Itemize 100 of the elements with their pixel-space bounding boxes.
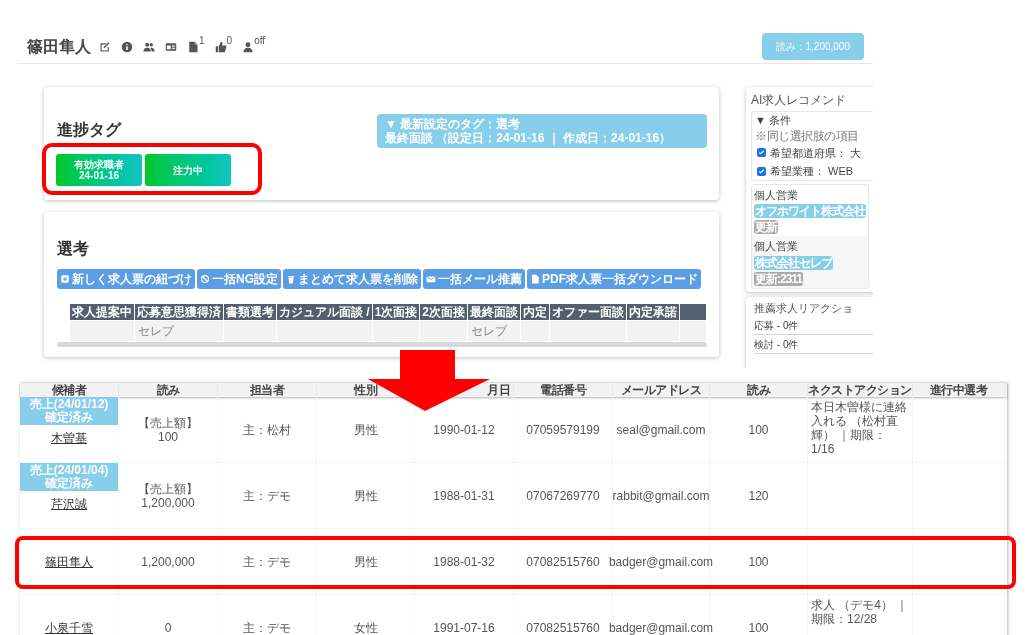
table-cell: [420, 321, 468, 341]
table-cell: 100: [748, 620, 769, 635]
candidate-link[interactable]: 篠田隼人: [45, 554, 93, 569]
table-cell: 男性: [353, 422, 378, 437]
update-tag: 更新:2311: [754, 271, 804, 286]
check-icon: [758, 167, 765, 175]
table-cell: 主：デモ: [243, 620, 291, 635]
table-cell: 求人 （デモ4） ｜期限：12/28: [811, 598, 909, 626]
check-icon: [758, 149, 765, 157]
status-badge: 売上(24/01/04) 確定済み: [20, 463, 118, 491]
users-icon: [143, 40, 155, 53]
table-cell: 女性: [353, 620, 378, 635]
latest-tag-info: ▼ 最新設定のタグ：選考 最終面談 （設定日：24-01-16 ｜ 作成日：24-01-16）: [377, 114, 707, 148]
table-cell: 100: [748, 422, 769, 437]
column-header: 候補者: [51, 384, 87, 396]
ban-icon: [200, 274, 210, 284]
table-cell: 120: [748, 488, 769, 503]
count-label: 1: [199, 35, 205, 46]
mail-icon: [426, 274, 436, 284]
column-header: 書類選考: [224, 304, 276, 320]
count-label: off: [254, 35, 266, 46]
job-title[interactable]: 個人営業: [754, 238, 866, 255]
table-cell: [521, 321, 550, 341]
table-cell: 主：松村: [243, 422, 291, 437]
table-cell: 主：デモ: [243, 488, 291, 503]
person-icon: [242, 40, 255, 53]
table-cell-text: 本日木曽様に連絡入れる （松村直輝） ｜期限：1/16: [811, 400, 908, 456]
table-cell: 1,200,000: [141, 554, 195, 569]
table-cell: 【売上額】 1,200,000: [138, 481, 198, 510]
column-header: 月日: [487, 384, 510, 396]
table-cell: セレブ: [135, 321, 223, 341]
table-cell: 0: [164, 620, 172, 635]
table-cell: [224, 321, 276, 341]
table-cell: 男性: [353, 554, 378, 569]
table-cell: 【売上額】 100: [138, 415, 198, 444]
table-cell: [372, 321, 420, 341]
table-cell: 07082515760: [526, 620, 600, 635]
table-cell: 1988-01-31: [433, 488, 495, 503]
edit-icon: [99, 40, 111, 53]
column-header: 読み: [747, 384, 770, 396]
company-tag: 株式会社セレブ: [754, 255, 833, 270]
reading-badge: 読み：1,200,000: [761, 33, 864, 60]
table-cell: badger@gmail.com: [608, 554, 714, 569]
table-cell: badger@gmail.com: [608, 620, 714, 635]
condition-label: 希望業種： WEB: [770, 164, 854, 179]
checkbox[interactable]: [757, 148, 766, 158]
document-icon: [530, 274, 540, 284]
count-label: 0: [226, 35, 233, 46]
id-card-icon: [165, 40, 177, 53]
column-header: 担当者: [249, 384, 285, 396]
table-cell: 1991-07-16: [433, 620, 495, 635]
table-cell: [70, 321, 134, 341]
reaction-count: 検討 - 0件: [754, 337, 873, 354]
column-header: カジュアル面談 /: [277, 304, 372, 320]
checkbox[interactable]: [757, 166, 766, 176]
card-title: 推薦求人リアクショ: [754, 300, 854, 316]
card-title: AI求人レコメンド: [751, 92, 848, 109]
job-title[interactable]: 個人営業: [754, 186, 866, 203]
table-cell: seal@gmail.com: [616, 422, 706, 437]
condition-label: 希望都道府県： 大: [770, 145, 862, 161]
column-header: 性別: [354, 384, 377, 396]
plus-icon: [60, 274, 70, 284]
table-cell: 1988-01-32: [433, 554, 495, 569]
column-header: メールアドレス: [620, 384, 702, 396]
table-cell: 07082515760: [526, 554, 600, 569]
candidate-link[interactable]: 小泉千雪: [45, 620, 93, 635]
column-header: 最終面談: [468, 304, 521, 320]
column-header: 読み: [156, 384, 180, 396]
section-title: 進捗タグ: [57, 120, 121, 140]
column-header: 2次面接: [420, 304, 468, 320]
column-header: 進行中選考: [929, 384, 988, 396]
column-header: 1次面接: [372, 304, 420, 320]
table-cell: 07067269770: [526, 488, 600, 503]
conditions-toggle[interactable]: ▼ 条件: [755, 112, 791, 129]
table-cell: 07059579199: [526, 422, 600, 437]
column-header: [680, 304, 706, 320]
update-tag: 更新: [754, 220, 778, 234]
table-cell: 100: [748, 554, 769, 569]
column-header: 内定: [521, 304, 550, 320]
section-title: 選考: [57, 239, 90, 259]
column-header: 求人提案中: [70, 304, 134, 320]
document-icon: [187, 40, 199, 53]
column-header: オファー面談: [550, 304, 627, 320]
table-cell: [680, 321, 706, 341]
conditions-note: ※同じ選択肢の項目: [755, 128, 859, 143]
table-cell: 1990-01-12: [433, 422, 495, 437]
thumbs-up-icon: [214, 40, 227, 53]
column-header: 内定承諾: [627, 304, 680, 320]
table-cell: 男性: [353, 488, 378, 503]
person-name: 篠田隼人: [27, 36, 91, 57]
status-badge: 売上(24/01/12) 確定済み: [20, 397, 118, 425]
table-cell: [627, 321, 680, 341]
table-cell: rabbit@gmail.com: [612, 488, 710, 503]
table-cell: セレブ: [468, 321, 521, 341]
candidate-link[interactable]: 芹沢誠: [51, 497, 87, 511]
candidate-link[interactable]: 木曽基: [51, 431, 87, 445]
reaction-count: 応募 - 0件: [754, 318, 873, 335]
trash-icon: [286, 274, 296, 284]
column-header: 応募意思獲得済: [135, 304, 223, 320]
company-tag: オフホワイト株式会社: [754, 204, 866, 218]
